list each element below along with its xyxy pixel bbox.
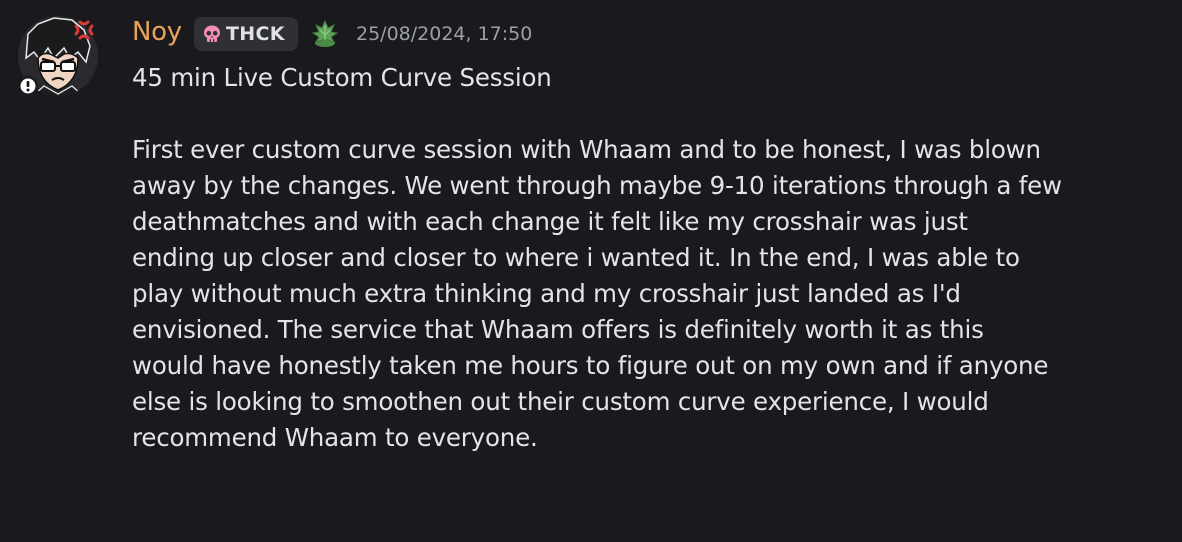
server-tag-label: THCK [226, 23, 285, 45]
message-body-line: envisioned. The service that Whaam offer… [132, 315, 984, 344]
plant-icon[interactable] [310, 18, 340, 48]
message-body-line: deathmatches and with each change it fel… [132, 207, 968, 236]
server-tag-badge[interactable]: THCK [194, 17, 298, 51]
message-body-line: ending up closer and closer to where i w… [132, 243, 1020, 272]
anime-avatar-icon [18, 16, 98, 96]
avatar[interactable] [14, 12, 102, 100]
message-body-line: else is looking to smoothen out their cu… [132, 387, 989, 416]
author-name[interactable]: Noy [132, 15, 182, 49]
message-timestamp: 25/08/2024, 17:50 [356, 23, 533, 45]
message-body-line: recommend Whaam to everyone. [132, 423, 538, 452]
chat-message: Noy THCK 25/08/2024, 17:50 45 min Live C… [0, 0, 1182, 542]
message-body-line: would have honestly taken me hours to fi… [132, 351, 1049, 380]
message-title-line: 45 min Live Custom Curve Session [132, 63, 552, 92]
skull-icon [204, 25, 220, 42]
message-content: 45 min Live Custom Curve Session First e… [132, 60, 1172, 456]
message-body-line: play without much extra thinking and my … [132, 279, 961, 308]
message-body-line: First ever custom curve session with Wha… [132, 135, 1041, 164]
message-body-line: away by the changes. We went through may… [132, 171, 1062, 200]
